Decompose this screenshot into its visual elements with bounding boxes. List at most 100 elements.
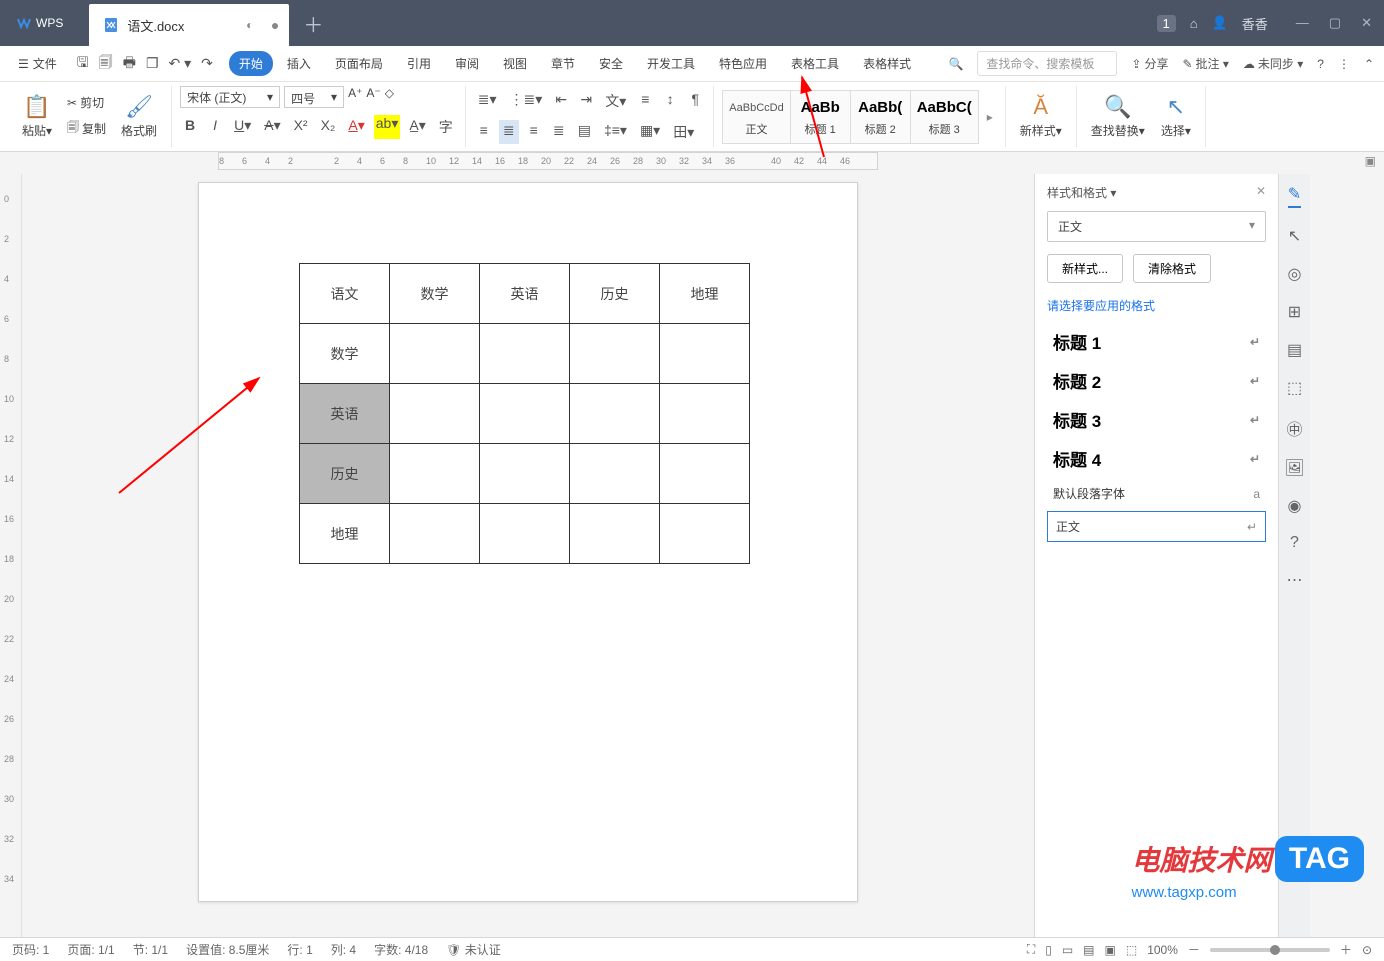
gallery-more-icon[interactable]: ▸ [983, 110, 997, 124]
view-outline-icon[interactable]: ▤ [1083, 943, 1094, 957]
menu-tab-插入[interactable]: 插入 [277, 51, 321, 76]
copy-button[interactable]: 🗐复制 [62, 116, 111, 141]
line-spacing-button[interactable]: ‡≡▾ [600, 120, 631, 144]
menu-tab-审阅[interactable]: 审阅 [445, 51, 489, 76]
undo-icon[interactable]: ↶ ▾ [169, 55, 192, 72]
user-icon[interactable]: 👤 [1212, 15, 1228, 31]
ruler-toggle-icon[interactable]: ▣ [1365, 154, 1376, 168]
table-cell[interactable] [570, 444, 660, 504]
zoom-out-icon[interactable]: － [1188, 941, 1200, 958]
page[interactable]: 语文数学英语历史地理数学英语历史地理 [198, 182, 858, 902]
style-item-正文[interactable]: AaBbCcDd正文 [723, 91, 790, 143]
sidetool-translate-icon[interactable]: ㊥ [1286, 416, 1302, 440]
table-cell[interactable]: 数学 [390, 264, 480, 324]
minimize-icon[interactable]: — [1292, 11, 1313, 35]
status-page-no[interactable]: 页码: 1 [12, 941, 49, 958]
print-preview-icon[interactable]: ❐ [146, 55, 159, 72]
change-case-button[interactable]: A̲▾ [405, 115, 429, 139]
new-style-button[interactable]: Ᾰ 新样式▾ [1014, 92, 1068, 141]
status-chars[interactable]: 字数: 4/18 [374, 941, 428, 958]
sidetool-picture-icon[interactable]: 🖼 [1284, 458, 1304, 478]
select-button[interactable]: ↖ 选择▾ [1155, 92, 1197, 141]
status-section[interactable]: 节: 1/1 [133, 941, 168, 958]
menu-tab-页面布局[interactable]: 页面布局 [325, 51, 393, 76]
new-tab-button[interactable]: ＋ [289, 9, 337, 38]
sidetool-image-icon[interactable]: ⬚ [1287, 378, 1302, 398]
print-icon[interactable]: 🖶 [123, 52, 136, 76]
fullscreen-icon[interactable]: ⛶ [1027, 942, 1035, 957]
subscript-button[interactable]: X₂ [317, 115, 340, 139]
table-cell[interactable]: 历史 [300, 444, 390, 504]
annotate-button[interactable]: ✎批注 ▾ [1182, 55, 1228, 72]
sync-button[interactable]: ☁未同步 ▾ [1243, 55, 1303, 72]
font-color-button[interactable]: A▾ [344, 115, 368, 139]
align-distribute-button[interactable]: ≡ [635, 89, 655, 113]
document-tab[interactable]: 语文.docx ◐ ● [89, 4, 289, 46]
status-position[interactable]: 设置值: 8.5厘米 [186, 941, 269, 958]
cut-button[interactable]: ✂剪切 [62, 92, 111, 113]
notification-badge[interactable]: 1 [1157, 15, 1176, 32]
sidetool-more-icon[interactable]: ⋯ [1287, 570, 1303, 590]
menu-tab-特色应用[interactable]: 特色应用 [709, 51, 777, 76]
numbering-button[interactable]: ⋮≣▾ [506, 89, 547, 113]
user-name[interactable]: 香香 [1242, 14, 1268, 33]
increase-font-icon[interactable]: A⁺ [348, 86, 362, 108]
view-web-icon[interactable]: ▭ [1062, 943, 1073, 957]
table-cell[interactable]: 地理 [660, 264, 750, 324]
table-cell[interactable] [480, 504, 570, 564]
format-painter-button[interactable]: 🖌 格式刷 [115, 92, 163, 141]
search-input[interactable]: 查找命令、搜索模板 [977, 51, 1117, 76]
table-cell[interactable]: 地理 [300, 504, 390, 564]
new-style-panel-button[interactable]: 新样式... [1047, 254, 1123, 283]
document-canvas[interactable]: 语文数学英语历史地理数学英语历史地理 [22, 174, 1034, 937]
style-list-item[interactable]: 标题 2↵ [1047, 361, 1266, 400]
font-name-select[interactable]: 宋体 (正文)▾ [180, 86, 280, 108]
menu-tab-安全[interactable]: 安全 [589, 51, 633, 76]
horizontal-ruler[interactable]: 8642246810121416182022242628303234364042… [218, 152, 878, 170]
sidetool-chart-icon[interactable]: ▤ [1287, 340, 1302, 360]
sidetool-field-icon[interactable]: ⊞ [1288, 302, 1301, 322]
style-list-item[interactable]: 默认段落字体a [1047, 478, 1266, 509]
text-direction-button[interactable]: 文▾ [601, 89, 630, 113]
redo-icon[interactable]: ↷ [201, 55, 213, 72]
menu-tab-表格样式[interactable]: 表格样式 [853, 51, 921, 76]
table-cell[interactable] [660, 444, 750, 504]
panel-close-icon[interactable]: ✕ [1256, 184, 1266, 201]
share-button[interactable]: ⇪分享 [1131, 55, 1168, 72]
status-page-count[interactable]: 页面: 1/1 [67, 941, 114, 958]
status-auth[interactable]: 🛡 未认证 [446, 941, 501, 958]
table-cell[interactable] [390, 324, 480, 384]
menu-tab-章节[interactable]: 章节 [541, 51, 585, 76]
bold-button[interactable]: B [180, 115, 200, 139]
table-cell[interactable] [480, 384, 570, 444]
style-list-item[interactable]: 标题 4↵ [1047, 439, 1266, 478]
table-cell[interactable]: 英语 [480, 264, 570, 324]
sidetool-help-icon[interactable]: ? [1290, 534, 1299, 552]
table-cell[interactable] [660, 504, 750, 564]
italic-button[interactable]: I [205, 115, 225, 139]
style-list-item[interactable]: 标题 3↵ [1047, 400, 1266, 439]
view-focus-icon[interactable]: ⬚ [1126, 943, 1137, 957]
sort-button[interactable]: ↕ [660, 89, 680, 113]
sidetool-pencil-icon[interactable]: ✎ [1288, 184, 1301, 208]
strikethrough-button[interactable]: A▾ [260, 115, 284, 139]
sidetool-cursor-icon[interactable]: ↖ [1288, 226, 1301, 246]
menu-tab-开发工具[interactable]: 开发工具 [637, 51, 705, 76]
table-cell[interactable] [570, 384, 660, 444]
phonetic-button[interactable]: 字 [435, 115, 457, 139]
zoom-in-icon[interactable]: ＋ [1340, 941, 1352, 958]
paste-button[interactable]: 📋 粘贴▾ [16, 92, 58, 141]
tab-close-icon[interactable]: ● [271, 17, 279, 33]
underline-button[interactable]: U▾ [230, 115, 255, 139]
align-center-button[interactable]: ≣ [499, 120, 519, 144]
close-window-icon[interactable]: ✕ [1357, 11, 1376, 35]
menu-tab-开始[interactable]: 开始 [229, 51, 273, 76]
style-list-item[interactable]: 正文↵ [1047, 511, 1266, 542]
table-cell[interactable]: 语文 [300, 264, 390, 324]
menu-tab-引用[interactable]: 引用 [397, 51, 441, 76]
status-line[interactable]: 行: 1 [287, 941, 312, 958]
bullets-button[interactable]: ≣▾ [474, 89, 501, 113]
sidetool-secure-icon[interactable]: ◉ [1288, 496, 1302, 516]
show-marks-button[interactable]: ¶ [685, 89, 705, 113]
clear-format-button[interactable]: 清除格式 [1133, 254, 1211, 283]
